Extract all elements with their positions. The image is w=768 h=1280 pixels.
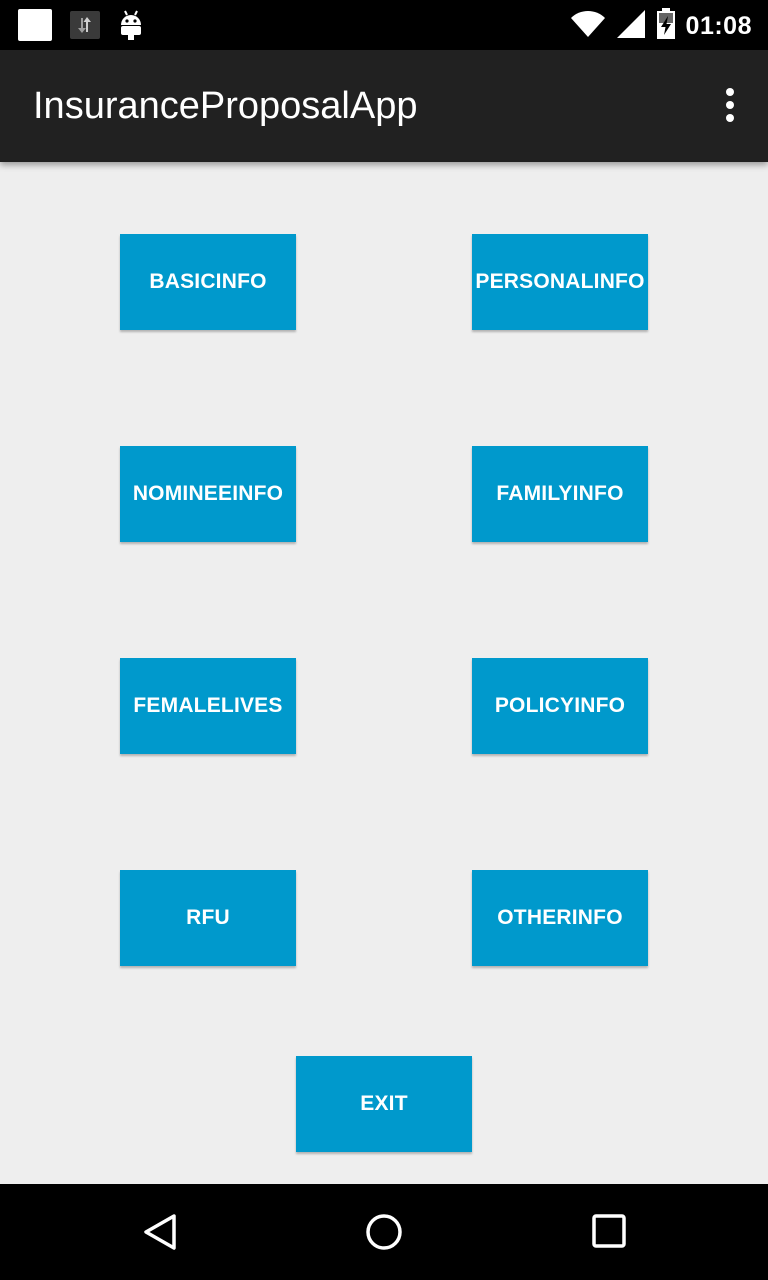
home-icon[interactable] bbox=[364, 1212, 404, 1257]
status-bar-notifications bbox=[18, 9, 144, 41]
android-debug-icon bbox=[118, 9, 144, 41]
navigation-bar bbox=[0, 1184, 768, 1280]
familyinfo-button[interactable]: FAMILYINFO bbox=[472, 446, 648, 542]
battery-charging-icon bbox=[656, 8, 676, 45]
nomineeinfo-button[interactable]: NOMINEEINFO bbox=[120, 446, 296, 542]
action-bar: InsuranceProposalApp bbox=[0, 50, 768, 162]
clock: 01:08 bbox=[685, 12, 752, 40]
app-title: InsuranceProposalApp bbox=[33, 85, 418, 127]
femalelives-button[interactable]: FEMALELIVES bbox=[120, 658, 296, 754]
recents-icon[interactable] bbox=[590, 1212, 630, 1257]
notification-square-icon bbox=[18, 9, 52, 41]
otherinfo-button[interactable]: OTHERINFO bbox=[472, 870, 648, 966]
basicinfo-button[interactable]: BASICINFO bbox=[120, 234, 296, 330]
download-icon bbox=[70, 11, 100, 39]
rfu-button[interactable]: RFU bbox=[120, 870, 296, 966]
policyinfo-button[interactable]: POLICYINFO bbox=[472, 658, 648, 754]
exit-button[interactable]: EXIT bbox=[296, 1056, 472, 1152]
back-icon[interactable] bbox=[140, 1212, 180, 1257]
wifi-icon bbox=[570, 10, 606, 43]
status-bar-system: 01:08 bbox=[570, 8, 752, 45]
overflow-menu-icon[interactable] bbox=[722, 88, 738, 124]
signal-icon bbox=[616, 9, 646, 44]
status-bar: 01:08 bbox=[0, 0, 768, 50]
personalinfo-button[interactable]: PERSONALINFO bbox=[472, 234, 648, 330]
